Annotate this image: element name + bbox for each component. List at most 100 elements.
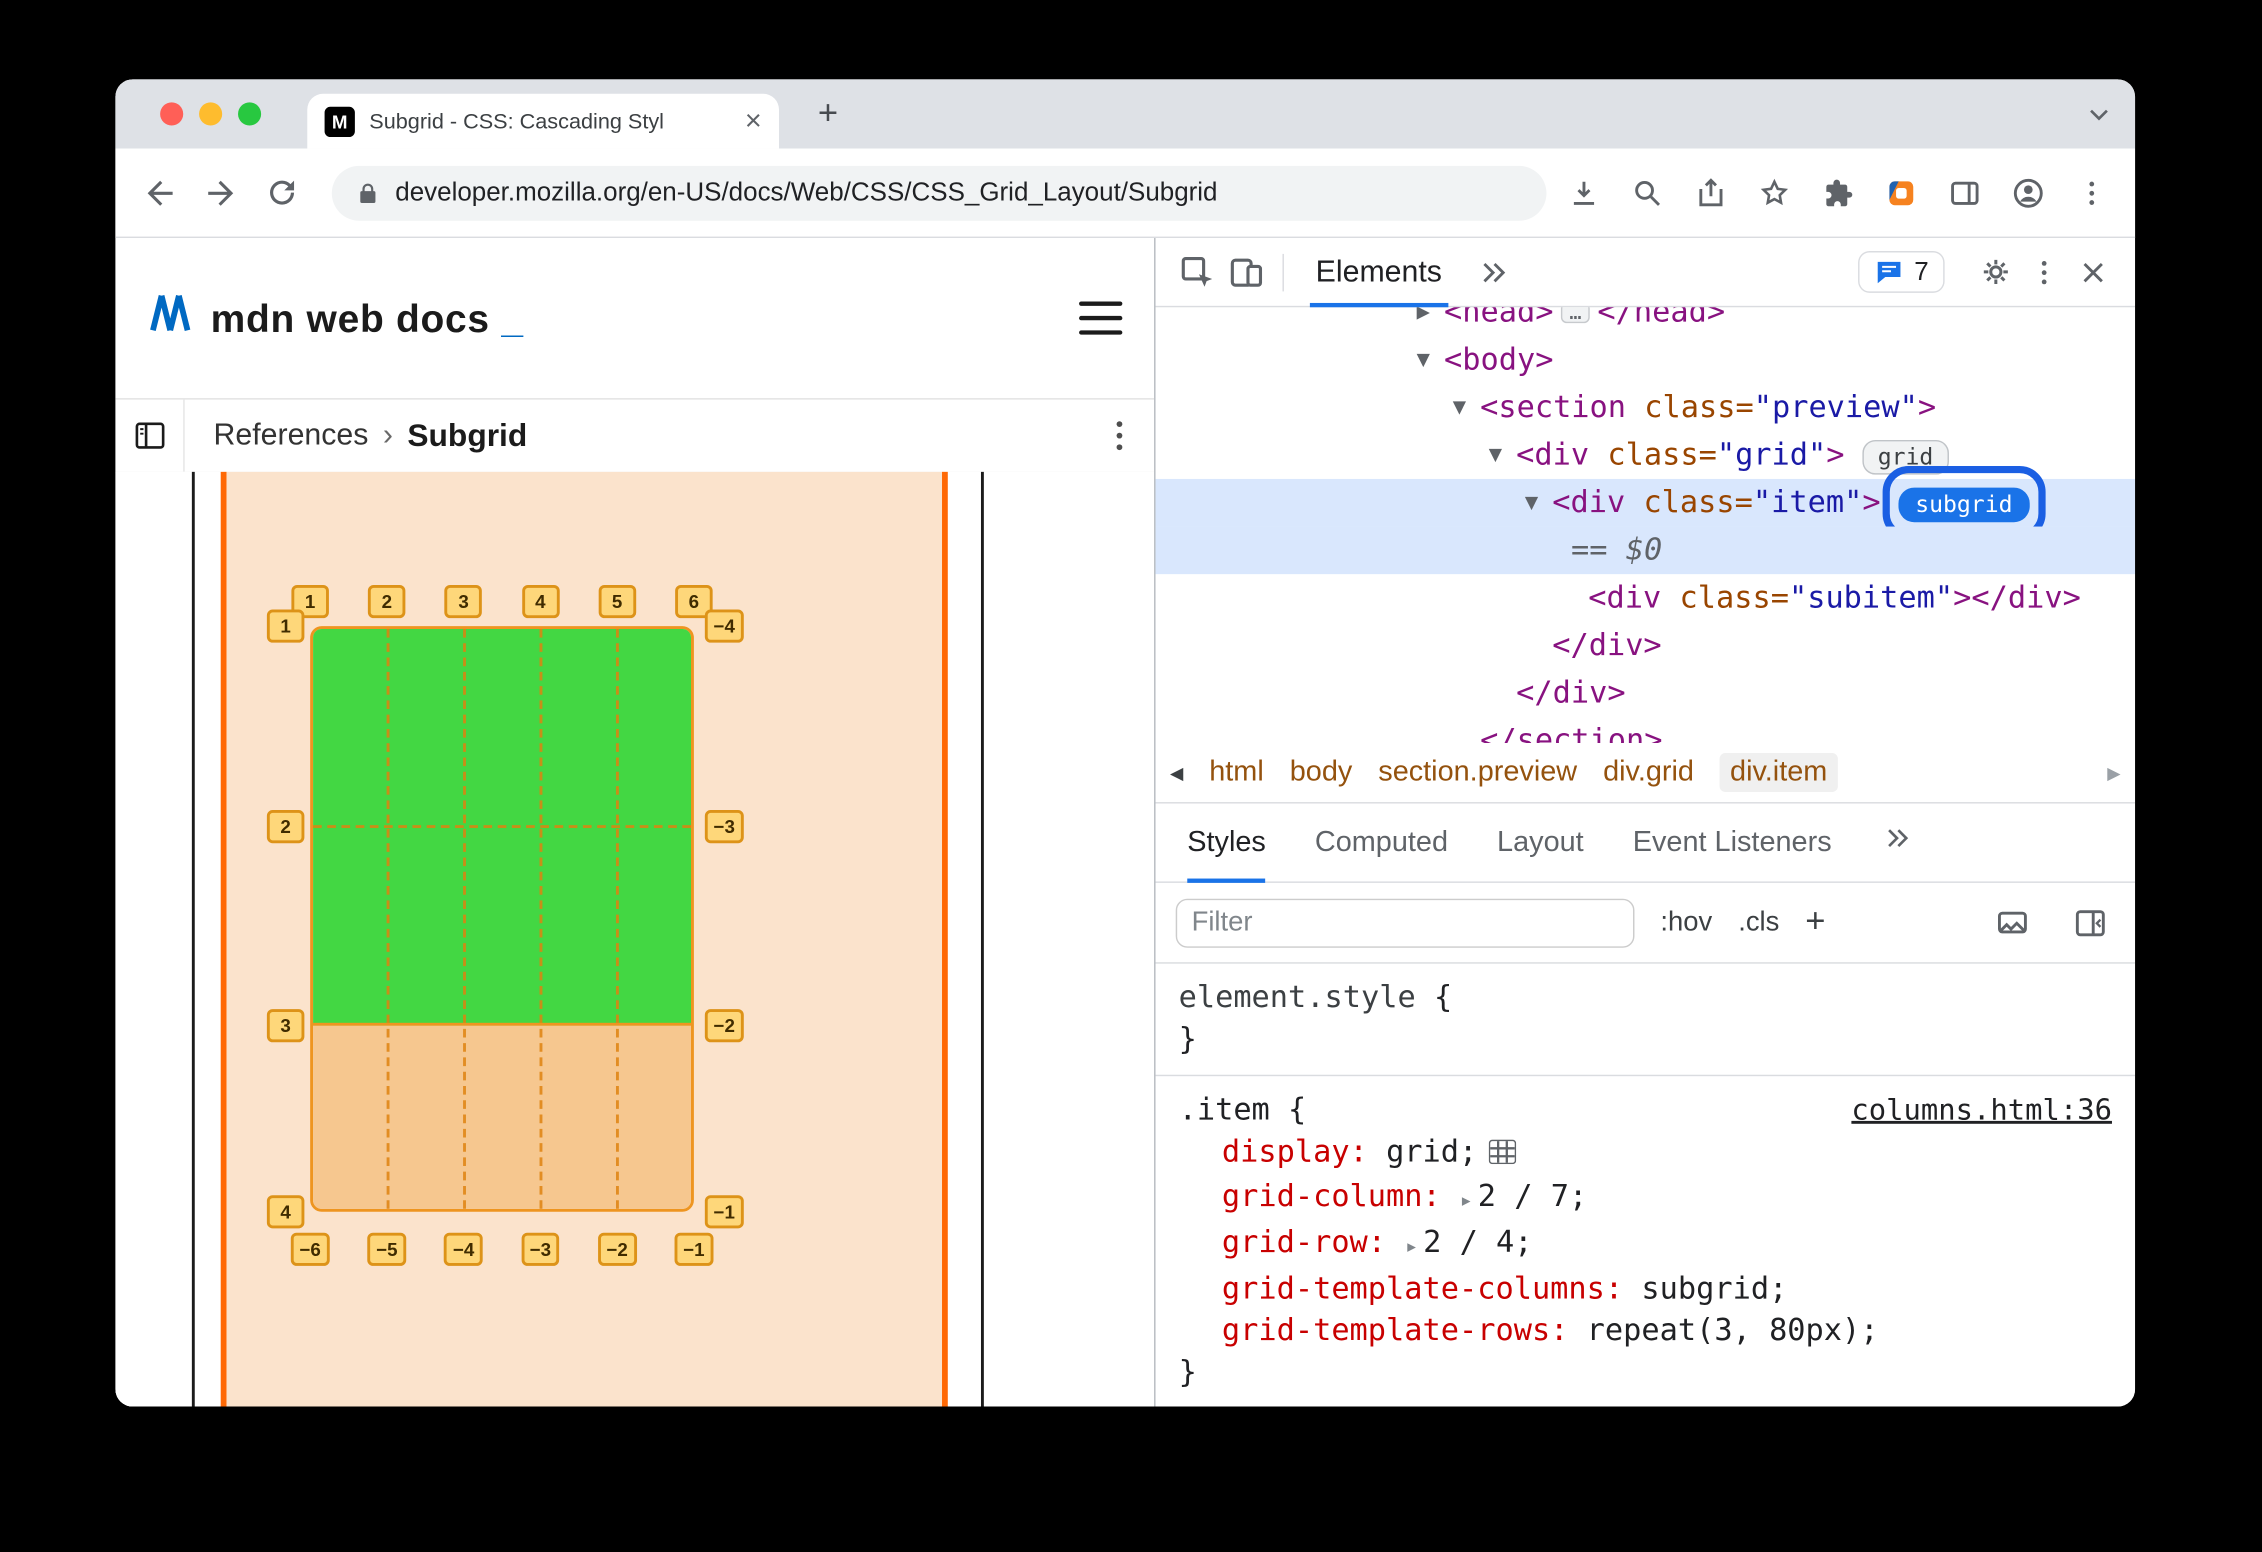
devtools-close-icon[interactable]	[2069, 247, 2118, 296]
css-property-value[interactable]: 2 / 7;	[1478, 1179, 1587, 1214]
zoom-icon[interactable]	[1624, 171, 1670, 214]
dom-crumb-html[interactable]: html	[1209, 756, 1264, 789]
mdn-page: mdn web docs _ References › Subgrid 1 2 …	[115, 238, 1155, 1407]
browser-tab[interactable]: M Subgrid - CSS: Cascading Styl ×	[307, 93, 780, 149]
dom-tree-node[interactable]: ▼ <body>	[1156, 336, 2136, 384]
computed-sidebar-toggle-icon[interactable]	[2066, 898, 2115, 947]
expand-arrow-icon[interactable]: ▶	[1417, 307, 1430, 336]
css-property-value[interactable]: 2 / 4;	[1423, 1225, 1532, 1260]
css-property-name[interactable]: grid-template-rows:	[1222, 1313, 1569, 1348]
sidebar-toggle-icon[interactable]	[115, 399, 185, 472]
profile-avatar[interactable]	[2005, 171, 2051, 214]
tab-event-listeners[interactable]: Event Listeners	[1633, 803, 1832, 882]
dom-tree-node[interactable]: ▼ <div class="grid"> grid	[1156, 431, 2136, 479]
tab-computed[interactable]: Computed	[1315, 803, 1448, 882]
extensions-puzzle-icon[interactable]	[1815, 171, 1861, 214]
css-property-name[interactable]: grid-row:	[1222, 1225, 1386, 1260]
side-panel-icon[interactable]	[1942, 171, 1988, 214]
collapsed-children-ellipsis[interactable]: …	[1560, 307, 1591, 324]
article-actions-kebab-icon[interactable]	[1116, 421, 1123, 451]
breadcrumb-references-link[interactable]: References	[214, 418, 369, 453]
grid-line-number-badge: −1	[704, 1195, 744, 1229]
dom-tree-node[interactable]: <div class="subitem"></div>	[1156, 574, 2136, 622]
address-bar[interactable]: developer.mozilla.org/en-US/docs/Web/CSS…	[331, 165, 1547, 220]
tab-layout[interactable]: Layout	[1497, 803, 1584, 882]
rendering-emulation-icon[interactable]	[1988, 898, 2037, 947]
share-icon[interactable]	[1688, 171, 1734, 214]
css-property-name[interactable]: grid-column:	[1222, 1179, 1441, 1214]
dom-tree-node[interactable]: ▼ <div class="item"> subgrid	[1155, 465, 2136, 540]
grid-badge[interactable]: grid	[1861, 439, 1950, 475]
console-errors-badge[interactable]: 7	[1858, 251, 1945, 293]
css-selector[interactable]: .item	[1179, 1092, 1270, 1127]
tab-title: Subgrid - CSS: Cascading Styl	[369, 108, 664, 134]
reload-button[interactable]	[257, 168, 306, 217]
tab-close-icon[interactable]: ×	[745, 107, 762, 136]
dom-tree-node[interactable]: </div>	[1156, 622, 2136, 670]
dom-crumb-div.item[interactable]: div.item	[1719, 753, 1838, 792]
css-selector[interactable]: element.style	[1179, 980, 1416, 1015]
more-tabs-chevron-icon[interactable]	[1468, 247, 1517, 296]
subgrid-badge[interactable]: subgrid	[1897, 487, 2030, 523]
css-declaration[interactable]: grid-template-columns: subgrid;	[1179, 1268, 2112, 1310]
crumbs-scroll-right-icon[interactable]: ▶	[2107, 762, 2120, 782]
hamburger-menu-icon[interactable]	[1079, 301, 1123, 335]
toggle-element-state-button[interactable]: :hov	[1660, 907, 1712, 939]
mdn-favicon-icon: M	[324, 106, 355, 137]
css-property-name[interactable]: display:	[1222, 1134, 1368, 1169]
css-property-name[interactable]: grid-template-columns:	[1222, 1271, 1623, 1306]
collapse-arrow-icon[interactable]: ▼	[1489, 431, 1502, 479]
lock-icon	[360, 182, 376, 203]
grid-editor-icon[interactable]	[1488, 1134, 1517, 1176]
expand-value-arrow-icon[interactable]: ▸	[1407, 1236, 1416, 1256]
dom-crumb-section.preview[interactable]: section.preview	[1378, 756, 1577, 789]
styles-filter-input[interactable]	[1175, 898, 1635, 948]
more-sidebar-tabs-chevron-icon[interactable]	[1881, 822, 1913, 862]
collapse-arrow-icon[interactable]: ▼	[1417, 336, 1430, 384]
forward-button[interactable]	[196, 168, 245, 217]
css-property-value[interactable]: grid;	[1386, 1134, 1477, 1169]
new-style-rule-button[interactable]: +	[1805, 901, 1825, 941]
devtools-settings-gear-icon[interactable]	[1971, 247, 2020, 296]
syntax-token: <section	[1480, 389, 1627, 425]
style-source-link[interactable]: columns.html:36	[1851, 1089, 2112, 1131]
install-download-icon[interactable]	[1561, 171, 1607, 214]
dom-crumb-body[interactable]: body	[1290, 756, 1353, 789]
css-declaration[interactable]: grid-template-rows: repeat(3, 80px);	[1179, 1310, 2112, 1352]
dom-tree-node[interactable]: </div>	[1156, 669, 2136, 717]
window-close-button[interactable]	[160, 102, 184, 126]
window-minimize-button[interactable]	[199, 102, 223, 126]
dom-tree-node[interactable]: == $0	[1155, 526, 2136, 575]
mdn-logo[interactable]: mdn web docs _	[147, 294, 523, 342]
grid-line-number-badge: 2	[368, 584, 406, 619]
browser-menu-kebab-icon[interactable]	[2069, 171, 2115, 214]
tab-styles[interactable]: Styles	[1187, 803, 1267, 883]
element-classes-button[interactable]: .cls	[1738, 907, 1779, 939]
css-property-value[interactable]: repeat(3, 80px);	[1587, 1313, 1879, 1348]
collapse-arrow-icon[interactable]: ▼	[1525, 479, 1538, 527]
dom-tree-node[interactable]: ▼ <section class="preview">	[1156, 384, 2136, 432]
inspect-element-icon[interactable]	[1173, 247, 1222, 296]
expand-value-arrow-icon[interactable]: ▸	[1462, 1190, 1471, 1210]
window-zoom-button[interactable]	[238, 102, 262, 126]
extension-icon-colored[interactable]	[1878, 171, 1924, 214]
bookmark-star-icon[interactable]	[1751, 171, 1797, 214]
css-declaration[interactable]: display: grid;	[1179, 1131, 2112, 1176]
css-declaration[interactable]: grid-column: ▸ 2 / 7;	[1179, 1176, 2112, 1222]
tab-elements[interactable]: Elements	[1295, 238, 1462, 307]
devtools-menu-kebab-icon[interactable]	[2020, 247, 2069, 296]
css-declaration[interactable]: grid-row: ▸ 2 / 4;	[1179, 1222, 2112, 1268]
new-tab-button[interactable]: +	[806, 92, 849, 135]
crumbs-scroll-left-icon[interactable]: ◀	[1170, 762, 1183, 782]
syntax-token: >	[1917, 389, 1937, 425]
device-toolbar-icon[interactable]	[1222, 247, 1271, 296]
dom-tree-node[interactable]: </section>	[1156, 717, 2136, 743]
dom-crumb-div.grid[interactable]: div.grid	[1603, 756, 1694, 789]
syntax-token: >	[1953, 579, 1972, 615]
tab-search-chevron-icon[interactable]	[2083, 98, 2115, 137]
grid-column-line	[463, 628, 466, 1209]
css-property-value[interactable]: subgrid;	[1641, 1271, 1787, 1306]
collapse-arrow-icon[interactable]: ▼	[1453, 384, 1466, 432]
dom-tree-node[interactable]: ▶ <head> … </head>	[1156, 307, 2136, 336]
back-button[interactable]	[136, 168, 185, 217]
